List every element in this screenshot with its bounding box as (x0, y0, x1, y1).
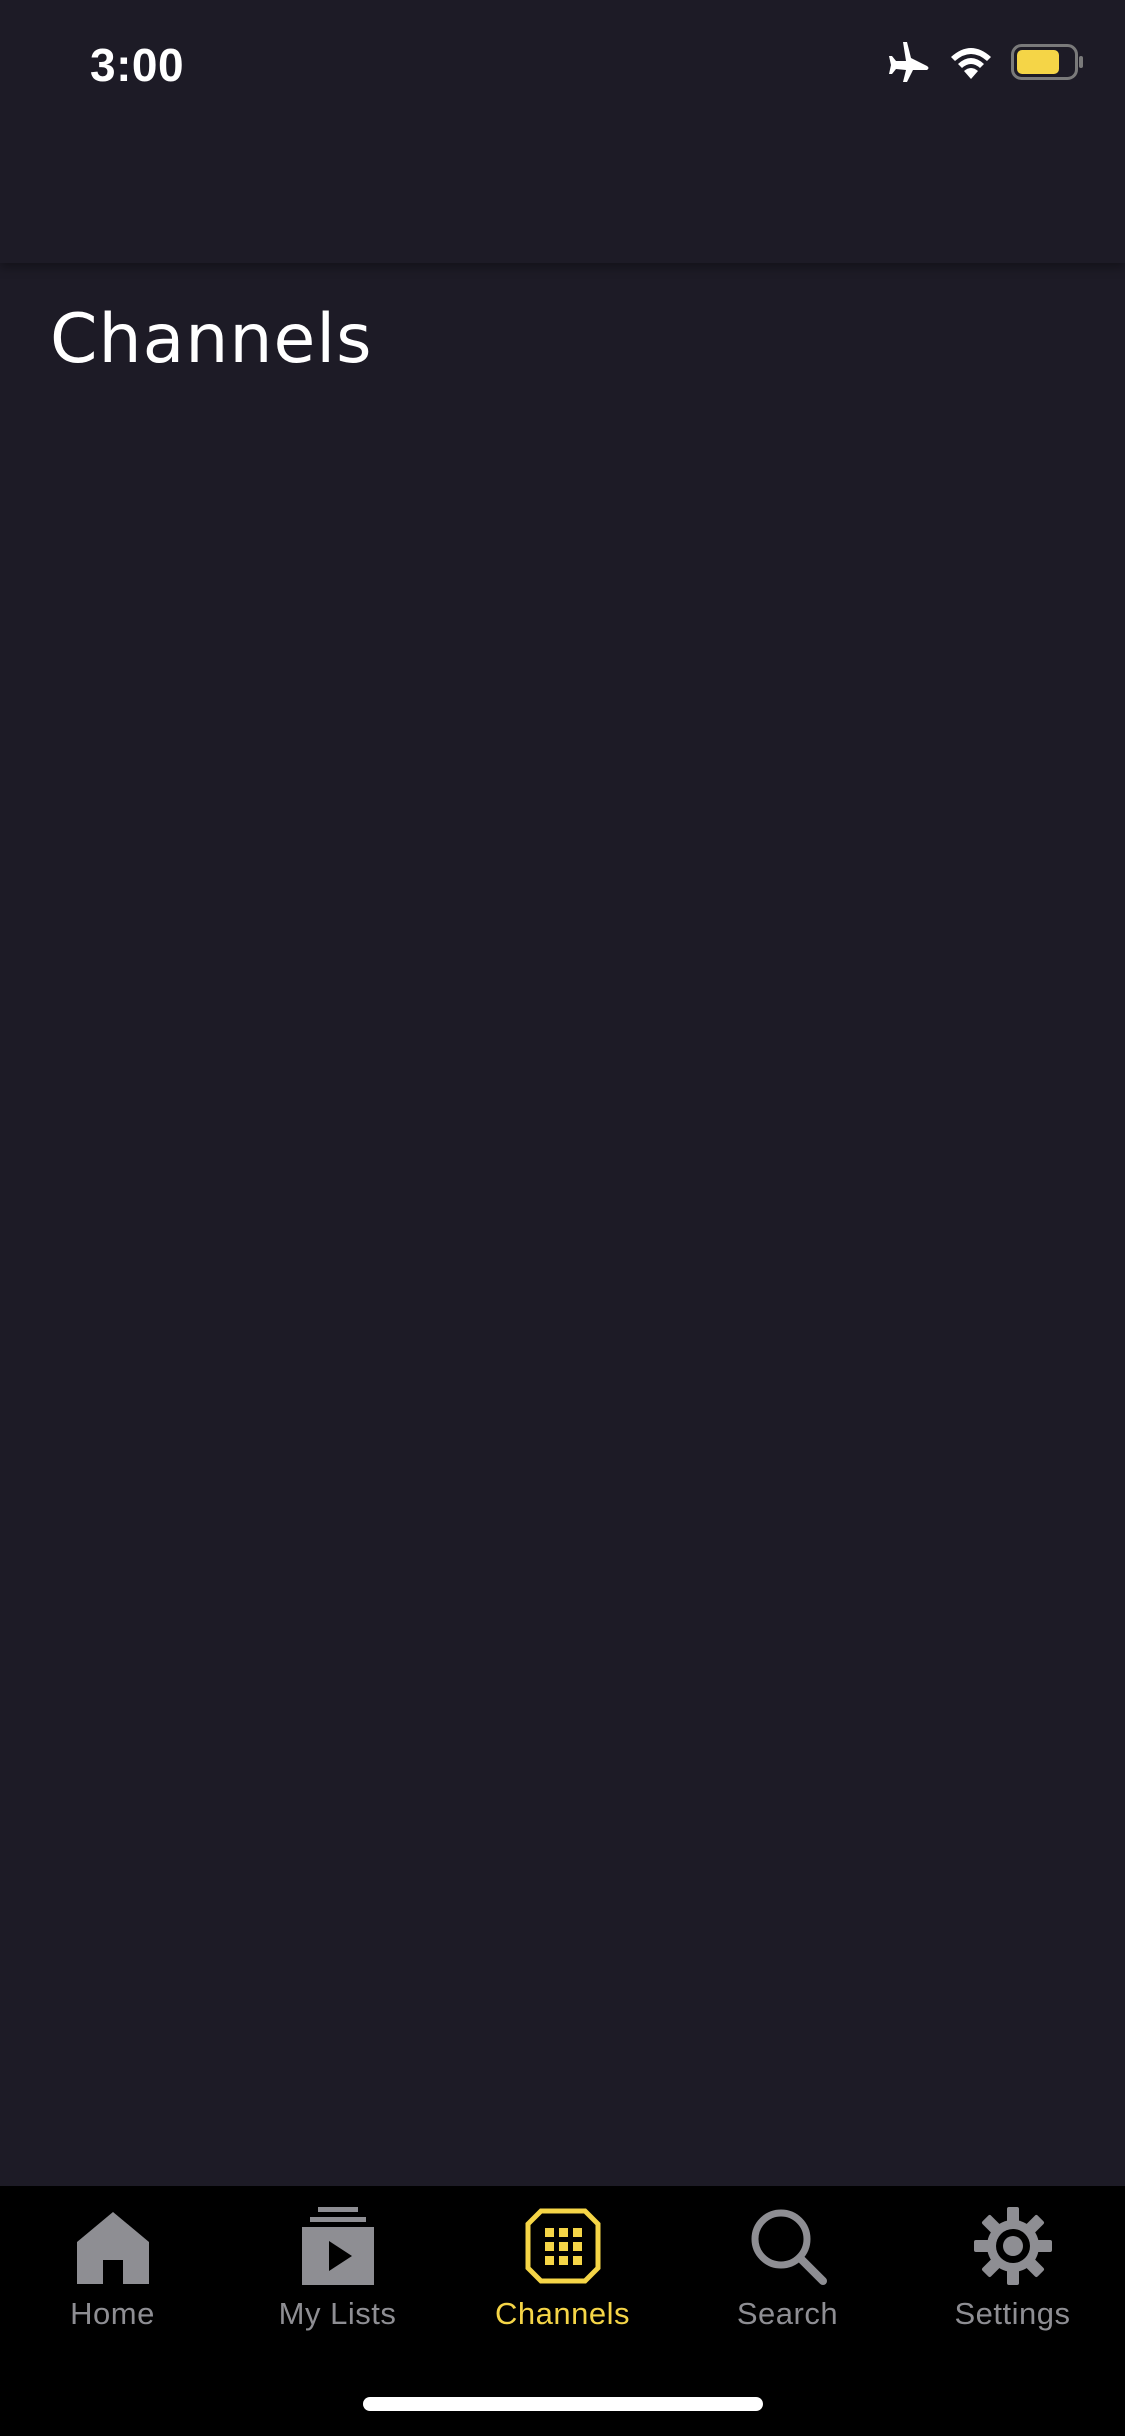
tab-search[interactable]: Search (675, 2206, 900, 2346)
tab-label-settings: Settings (954, 2296, 1071, 2331)
channels-grid-icon (523, 2206, 603, 2286)
tab-home[interactable]: Home (0, 2206, 225, 2346)
status-icons (887, 42, 1085, 86)
battery-icon (1011, 44, 1085, 84)
wifi-icon (949, 45, 993, 83)
status-bar: 3:00 (0, 0, 1125, 140)
airplane-icon (887, 42, 931, 86)
status-time: 3:00 (90, 39, 185, 91)
tab-label-search: Search (736, 2296, 839, 2331)
search-icon (748, 2206, 828, 2286)
app-screen: 3:00 Channels Home My Lists Channels Sea… (0, 0, 1125, 2436)
tab-label-channels: Channels (495, 2296, 630, 2331)
home-indicator[interactable] (363, 2397, 763, 2411)
gear-icon (973, 2206, 1053, 2286)
my-lists-icon (298, 2206, 378, 2286)
channels-content (0, 400, 1125, 2185)
home-icon (73, 2206, 153, 2286)
tab-my-lists[interactable]: My Lists (225, 2206, 450, 2346)
page-title: Channels (50, 300, 373, 379)
tab-channels[interactable]: Channels (450, 2206, 675, 2346)
tab-label-home: Home (70, 2296, 155, 2331)
tab-settings[interactable]: Settings (900, 2206, 1125, 2346)
tab-label-my-lists: My Lists (278, 2296, 397, 2331)
